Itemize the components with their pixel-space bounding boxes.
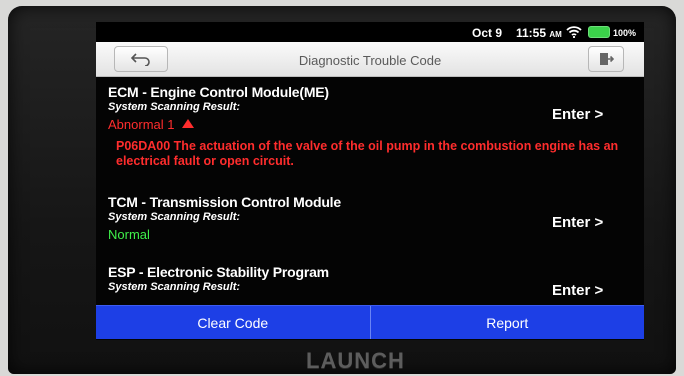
status-text: Abnormal 1	[108, 117, 175, 132]
enter-button-ecm[interactable]: Enter >	[552, 106, 603, 123]
module-tcm[interactable]: TCM - Transmission Control Module System…	[108, 194, 638, 242]
battery-level: 100%	[613, 28, 637, 38]
action-bar: Clear Code Report	[96, 305, 644, 339]
screen: Oct 9 11:55 AM 100% Diagnostic Trouble C…	[96, 22, 644, 340]
module-name: ECM - Engine Control Module(ME)	[108, 84, 329, 100]
exit-icon	[600, 53, 614, 65]
status-date: Oct 9	[472, 26, 503, 40]
battery-icon	[589, 27, 609, 37]
module-name: ESP - Electronic Stability Program	[108, 264, 329, 280]
status-clock: 11:55	[516, 26, 547, 40]
clear-code-button[interactable]: Clear Code	[96, 306, 370, 339]
enter-button-esp[interactable]: Enter >	[552, 282, 603, 299]
status-ampm: AM	[549, 30, 562, 39]
enter-button-tcm[interactable]: Enter >	[552, 214, 603, 231]
device-bezel: Oct 9 11:55 AM 100% Diagnostic Trouble C…	[8, 6, 676, 374]
report-button[interactable]: Report	[369, 306, 645, 339]
up-arrow-icon	[182, 119, 195, 128]
wifi-icon	[566, 26, 582, 38]
module-ecm[interactable]: ECM - Engine Control Module(ME) System S…	[108, 84, 638, 169]
brand-logo: LAUNCH	[306, 348, 405, 373]
module-name: TCM - Transmission Control Module	[108, 194, 341, 210]
module-esp[interactable]: ESP - Electronic Stability Program Syste…	[108, 264, 638, 299]
status-bar: Oct 9 11:55 AM 100%	[96, 22, 644, 42]
page-title: Diagnostic Trouble Code	[298, 53, 442, 68]
exit-button[interactable]	[588, 46, 624, 72]
fault-code-description: P06DA00 The actuation of the valve of th…	[116, 139, 619, 168]
status-time: 11:55 AM	[516, 26, 562, 40]
title-bar: Diagnostic Trouble Code	[96, 42, 644, 77]
